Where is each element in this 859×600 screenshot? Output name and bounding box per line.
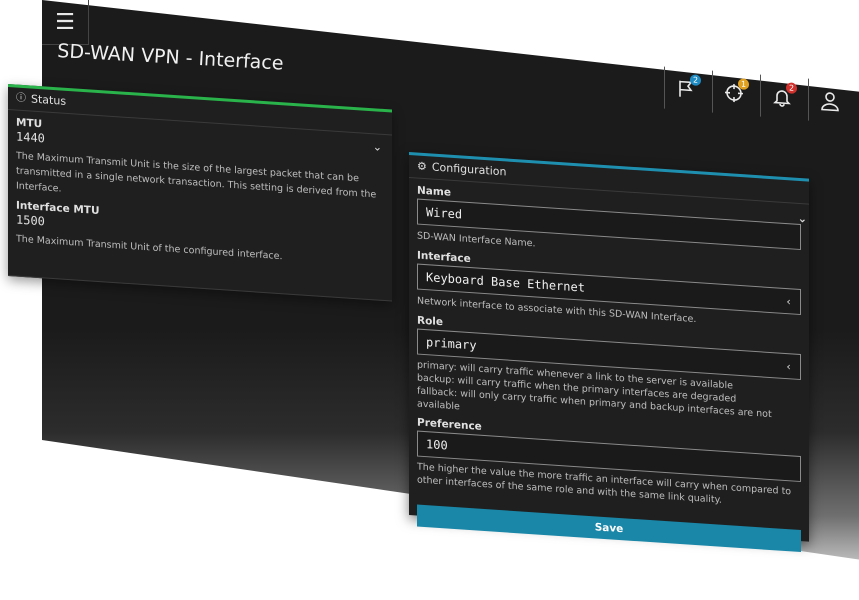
chevron-left-icon[interactable]: ‹ — [785, 294, 792, 307]
save-button[interactable]: Save — [417, 504, 801, 553]
menu-button[interactable]: ☰ — [42, 0, 89, 45]
configuration-card-title: Configuration — [431, 160, 507, 179]
user-icon — [821, 92, 839, 112]
alerts-button[interactable]: 2 — [760, 74, 803, 120]
name-input-value: Wired — [426, 205, 463, 222]
gear-icon: ⚙ — [417, 159, 427, 174]
hamburger-icon: ☰ — [55, 9, 75, 35]
chevron-left-icon[interactable]: ‹ — [785, 359, 792, 372]
notifications-flag-button[interactable]: 2 — [664, 66, 707, 112]
user-button[interactable] — [808, 78, 851, 124]
configuration-card: ⚙ Configuration Name ⌄ Wired SD-WAN Inte… — [409, 152, 809, 553]
info-icon: ⓘ — [16, 92, 26, 105]
interface-select-value: Keyboard Base Ethernet — [426, 270, 585, 295]
status-card: ⓘ Status MTU ⌄ 1440 The Maximum Transmit… — [8, 84, 392, 302]
target-button[interactable]: 1 — [712, 70, 755, 116]
target-count-badge: 1 — [738, 78, 749, 91]
preference-input-value: 100 — [426, 437, 448, 453]
status-card-title: Status — [31, 92, 67, 108]
flag-count-badge: 2 — [690, 74, 701, 87]
name-label-text: Name — [417, 184, 451, 199]
bell-count-badge: 2 — [786, 82, 797, 95]
role-select-value: primary — [426, 335, 477, 353]
chevron-down-icon[interactable]: ⌄ — [373, 140, 382, 154]
